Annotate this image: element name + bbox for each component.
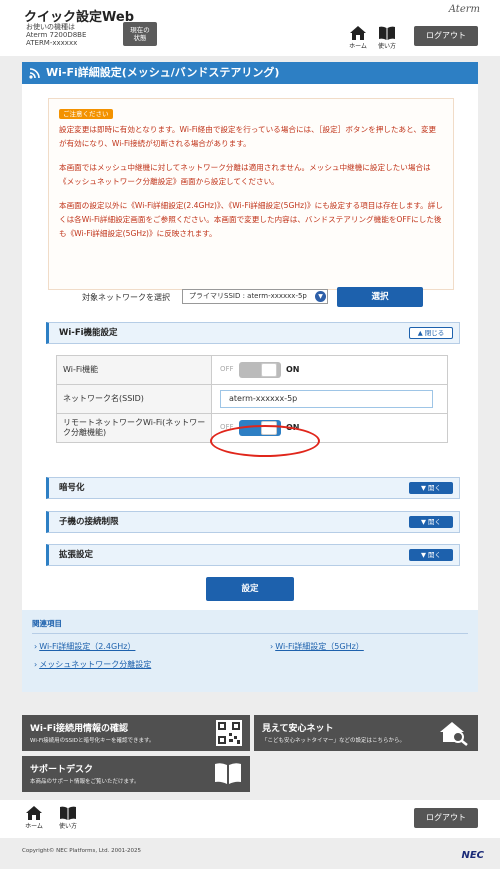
select-network-button[interactable]: 選択: [337, 287, 423, 307]
network-select[interactable]: プライマリSSID : aterm-xxxxxx-5p ▼: [182, 289, 328, 304]
home-search-icon: [440, 722, 468, 746]
footer-howto-button[interactable]: 使い方: [56, 806, 80, 830]
support-desk-tile[interactable]: サポートデスク 本商品のサポート情報をご覧いただけます。: [22, 756, 250, 792]
book-icon: [215, 763, 241, 784]
device-info: お使いの機種は Aterm 7200D8BE ATERM-xxxxxx: [26, 23, 87, 47]
table-row: ネットワーク名(SSID) aterm-xxxxxx-5p: [56, 384, 448, 414]
home-button[interactable]: ホーム: [346, 26, 370, 50]
copyright: Copyright© NEC Platforms, Ltd. 2001-2025: [22, 848, 142, 854]
home-icon: [350, 26, 366, 40]
ssid-input[interactable]: aterm-xxxxxx-5p: [220, 390, 433, 408]
collapse-button[interactable]: ▲ 閉じる: [409, 327, 453, 339]
mieru-anshin-net-tile[interactable]: 見えて安心ネット 「こども安心ネットタイマー」などの設定はこちらから。: [254, 715, 478, 751]
notice-badge: ご注意ください: [59, 109, 113, 119]
footer-home-button[interactable]: ホーム: [22, 806, 46, 830]
extended-settings-section-header[interactable]: 拡張設定 ▼ 開く: [46, 544, 460, 566]
client-limit-section-header[interactable]: 子機の接続制限 ▼ 開く: [46, 511, 460, 533]
encryption-section-header[interactable]: 暗号化 ▼ 開く: [46, 477, 460, 499]
wifi-function-section-header[interactable]: Wi-Fi機能設定 ▲ 閉じる: [46, 322, 460, 344]
wifi-function-label: Wi-Fi機能: [56, 355, 212, 385]
header: クイック設定Web お使いの機種は Aterm 7200D8BE ATERM-x…: [0, 0, 500, 56]
howto-button[interactable]: 使い方: [375, 26, 399, 50]
apply-button[interactable]: 設定: [206, 577, 294, 601]
notice-box: ご注意ください 設定変更は即時に有効となります。Wi-Fi経由で設定を行っている…: [48, 98, 454, 290]
notice-text: 本画面ではメッシュ中継機に対してネットワーク分離は適用されません。メッシュ中継機…: [59, 163, 431, 186]
book-icon: [60, 806, 76, 820]
network-select-label: 対象ネットワークを選択: [82, 293, 170, 302]
wifi-icon: [29, 68, 40, 79]
link-wifi-5ghz[interactable]: Wi-Fi詳細設定（5GHz）: [270, 641, 364, 652]
nec-logo: NEC: [461, 850, 484, 861]
expand-button[interactable]: ▼ 開く: [409, 549, 453, 561]
brand-logo: Aterm: [448, 4, 480, 15]
wifi-function-toggle[interactable]: OFF ON: [218, 362, 308, 378]
notice-text: 設定変更は即時に有効となります。Wi-Fi経由で設定を行っている場合には、［設定…: [59, 125, 437, 148]
current-status-button[interactable]: 現在の 状態: [123, 22, 157, 46]
wifi-info-tile[interactable]: Wi-Fi接続用情報の確認 Wi-Fi接続用のSSIDと暗号化キーを確認できます…: [22, 715, 250, 751]
logout-button[interactable]: ログアウト: [414, 26, 478, 46]
qr-code-icon: [216, 720, 242, 746]
remote-network-wifi-label: リモートネットワークWi-Fi(ネットワーク分離機能): [56, 413, 212, 443]
expand-button[interactable]: ▼ 開く: [409, 516, 453, 528]
link-wifi-24ghz[interactable]: Wi-Fi詳細設定（2.4GHz）: [34, 641, 135, 652]
home-icon: [26, 806, 42, 820]
expand-button[interactable]: ▼ 開く: [409, 482, 453, 494]
ssid-label: ネットワーク名(SSID): [56, 384, 212, 414]
related-title: 関連項目: [32, 618, 468, 634]
footer: ホーム 使い方 ログアウト: [0, 800, 500, 838]
chevron-down-icon: ▼: [315, 291, 326, 302]
notice-text: 本画面の設定以外に《Wi-Fi詳細設定(2.4GHz)》、《Wi-Fi詳細設定(…: [59, 201, 443, 238]
highlight-circle: [210, 425, 320, 457]
table-row: Wi-Fi機能 OFF ON: [56, 355, 448, 385]
footer-logout-button[interactable]: ログアウト: [414, 808, 478, 828]
book-icon: [379, 26, 395, 40]
page-title: Wi-Fi詳細設定(メッシュ/バンドステアリング): [22, 62, 478, 84]
link-mesh-separation[interactable]: メッシュネットワーク分離設定: [34, 659, 151, 670]
